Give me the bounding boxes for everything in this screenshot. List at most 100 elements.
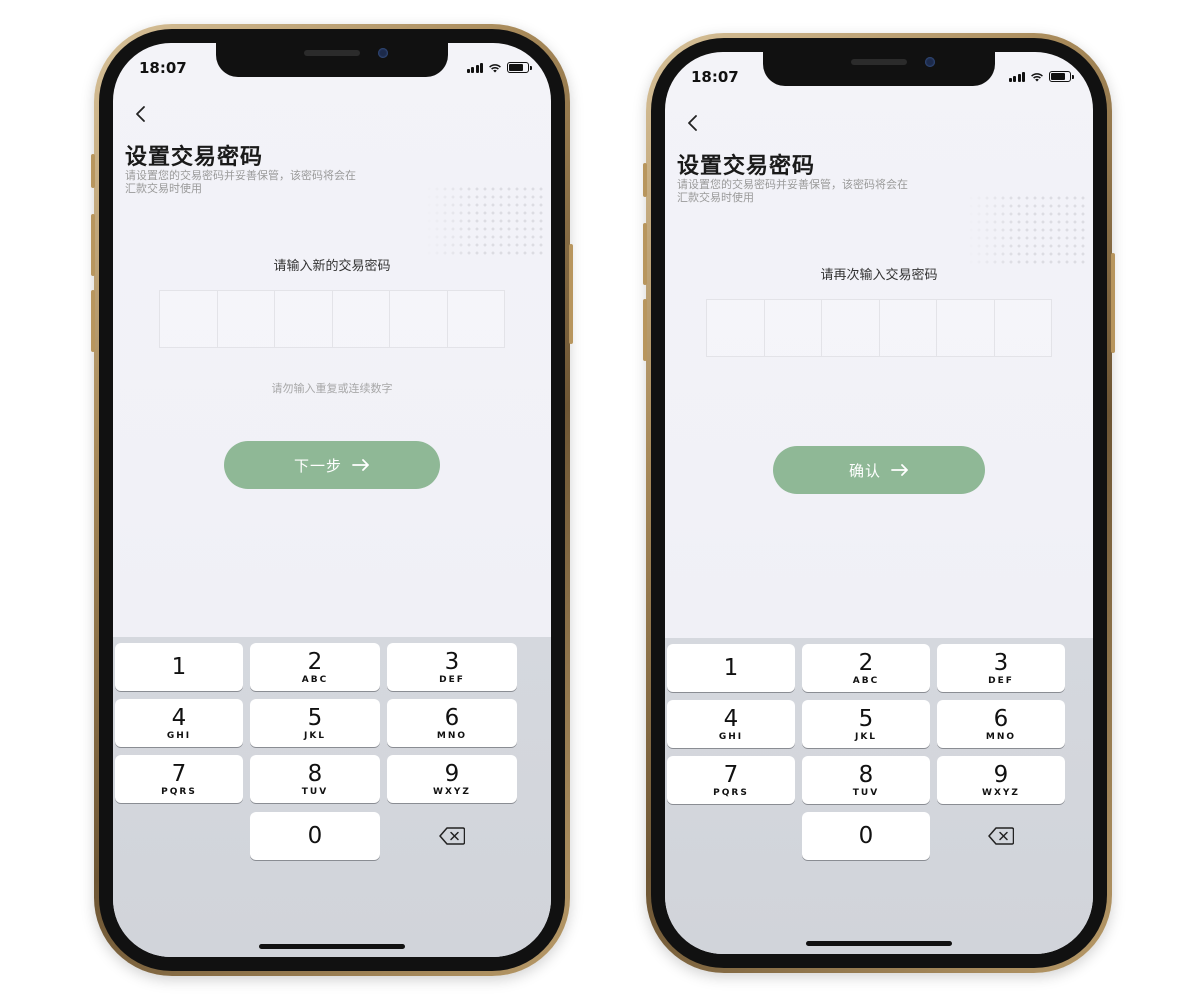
phone-2: 18:07 设置交易密码 请设置您的交易密码并妥善保管，该密码将会在汇款交易时使…: [643, 33, 1115, 973]
key-digit: 3: [444, 648, 460, 675]
page-title: 设置交易密码: [677, 154, 816, 179]
home-indicator: [806, 941, 952, 946]
cellular-signal-icon: [1008, 71, 1025, 82]
key-5[interactable]: 5 JKL: [250, 699, 380, 747]
speaker-grille: [851, 59, 907, 65]
key-letters: PQRS: [713, 787, 749, 798]
key-letters: TUV: [852, 787, 880, 798]
front-camera: [925, 57, 935, 67]
wifi-icon: [489, 63, 501, 72]
phone-1: 18:07 设置交易密码 请设置您的交易密码并妥善保管，该密码将会在汇款交易时使…: [91, 24, 573, 976]
key-digit: 7: [171, 760, 187, 787]
confirm-button[interactable]: 确认: [773, 446, 985, 494]
decorative-dot-pattern: [425, 185, 543, 255]
back-button[interactable]: [129, 103, 151, 125]
key-digit: 9: [444, 760, 460, 787]
key-9[interactable]: 9 WXYZ: [387, 755, 517, 803]
key-letters: ABC: [852, 675, 880, 686]
screen: 18:07 设置交易密码 请设置您的交易密码并妥善保管，该密码将会在汇款交易时使…: [113, 43, 551, 957]
key-digit: 9: [993, 761, 1009, 788]
wifi-icon: [1031, 72, 1043, 81]
key-letters: ABC: [301, 674, 329, 685]
key-letters: TUV: [301, 786, 329, 797]
home-indicator: [259, 944, 405, 949]
volume-down-button: [91, 290, 95, 352]
key-digit: 0: [307, 823, 323, 849]
backspace-icon: [988, 827, 1014, 845]
key-8[interactable]: 8 TUV: [250, 755, 380, 803]
key-9[interactable]: 9 WXYZ: [937, 756, 1065, 804]
key-4[interactable]: 4 GHI: [115, 699, 243, 747]
password-digit-box[interactable]: [707, 300, 765, 356]
confirm-label: 确认: [848, 461, 881, 480]
password-digit-box[interactable]: [160, 291, 218, 347]
screen: 18:07 设置交易密码 请设置您的交易密码并妥善保管，该密码将会在汇款交易时使…: [665, 52, 1093, 954]
key-3[interactable]: 3 DEF: [387, 643, 517, 691]
key-letters: WXYZ: [433, 786, 471, 797]
chevron-left-icon: [688, 115, 697, 131]
key-0[interactable]: 0: [802, 812, 930, 860]
key-7[interactable]: 7 PQRS: [115, 755, 243, 803]
password-input[interactable]: [706, 299, 1052, 357]
key-4[interactable]: 4 GHI: [667, 700, 795, 748]
delete-key[interactable]: [387, 812, 517, 860]
key-3[interactable]: 3 DEF: [937, 644, 1065, 692]
numeric-keypad: 1 2 ABC 3 DEF 4 GHI 5 JKL 6 MNO 7 PQRS 8 TUV 9W…: [665, 638, 1093, 954]
key-letters: PQRS: [161, 786, 197, 797]
phone-bezel: 18:07 设置交易密码 请设置您的交易密码并妥善保管，该密码将会在汇款交易时使…: [99, 29, 565, 971]
key-6[interactable]: 6 MNO: [937, 700, 1065, 748]
key-digit: 1: [171, 653, 187, 680]
status-icons: [466, 62, 532, 73]
delete-key[interactable]: [937, 812, 1065, 860]
key-letters: DEF: [988, 675, 1014, 686]
key-1[interactable]: 1: [667, 644, 795, 692]
volume-down-button: [643, 299, 647, 361]
key-digit: 8: [858, 761, 874, 788]
key-digit: 0: [858, 823, 874, 849]
key-letters: GHI: [166, 730, 192, 741]
key-5[interactable]: 5 JKL: [802, 700, 930, 748]
password-digit-box[interactable]: [822, 300, 880, 356]
key-1[interactable]: 1: [115, 643, 243, 691]
key-6[interactable]: 6 MNO: [387, 699, 517, 747]
key-2[interactable]: 2 ABC: [250, 643, 380, 691]
next-step-label: 下一步: [293, 456, 342, 475]
key-7[interactable]: 7 PQRS: [667, 756, 795, 804]
key-digit: 2: [307, 648, 323, 675]
key-0[interactable]: 0: [250, 812, 380, 860]
status-time: 18:07: [139, 59, 187, 77]
password-input[interactable]: [159, 290, 505, 348]
front-camera: [378, 48, 388, 58]
status-icons: [1008, 71, 1074, 82]
password-digit-box[interactable]: [218, 291, 275, 347]
speaker-grille: [304, 50, 360, 56]
next-step-button[interactable]: 下一步: [224, 441, 440, 489]
key-digit: 6: [444, 704, 460, 731]
arrow-right-icon: [352, 459, 369, 471]
key-letters: JKL: [303, 730, 327, 741]
key-2[interactable]: 2 ABC: [802, 644, 930, 692]
password-digit-box[interactable]: [390, 291, 448, 347]
password-digit-box[interactable]: [275, 291, 333, 347]
password-digit-box[interactable]: [448, 291, 505, 347]
volume-up-button: [643, 223, 647, 285]
page-title: 设置交易密码: [125, 145, 264, 170]
key-digit: 5: [307, 704, 323, 731]
key-letters: JKL: [854, 731, 878, 742]
cellular-signal-icon: [466, 62, 483, 73]
power-button: [569, 244, 573, 344]
password-digit-box[interactable]: [995, 300, 1052, 356]
status-time: 18:07: [691, 68, 739, 86]
key-letters: DEF: [439, 674, 465, 685]
password-digit-box[interactable]: [765, 300, 822, 356]
phone-bezel: 18:07 设置交易密码 请设置您的交易密码并妥善保管，该密码将会在汇款交易时使…: [651, 38, 1107, 968]
key-digit: 4: [723, 705, 739, 732]
key-8[interactable]: 8 TUV: [802, 756, 930, 804]
password-digit-box[interactable]: [880, 300, 937, 356]
password-digit-box[interactable]: [937, 300, 995, 356]
key-letters: MNO: [436, 730, 468, 741]
key-digit: 8: [307, 760, 323, 787]
password-digit-box[interactable]: [333, 291, 390, 347]
back-button[interactable]: [681, 112, 703, 134]
notch: [763, 52, 995, 86]
